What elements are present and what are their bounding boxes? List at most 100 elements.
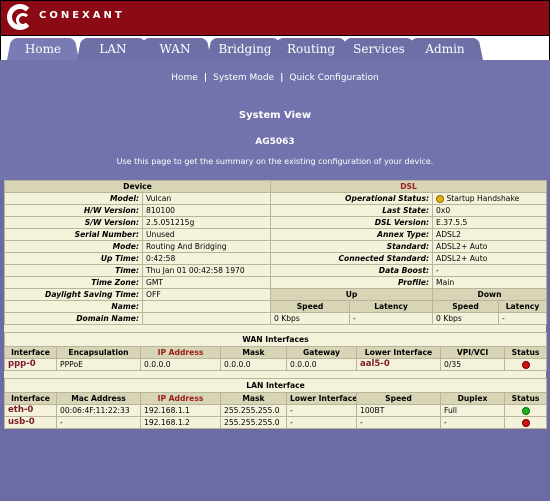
device-value	[141, 312, 272, 325]
dsl-header: DSL	[270, 180, 548, 193]
down-speed-value: 0 Kbps	[432, 312, 500, 325]
page-description: Use this page to get the summary on the …	[116, 157, 434, 166]
lan-mask: 255.255.255.0	[220, 404, 287, 417]
device-label: Time:	[4, 264, 143, 277]
wan-lower-interface-link[interactable]: aal5-0	[356, 358, 441, 371]
summary-panel: Device DSL Model: Vulcan Operational Sta…	[3, 180, 548, 429]
up-speed-header: Speed	[270, 300, 351, 313]
brand-logo-text: CONEXANT	[39, 10, 125, 21]
wan-col-header: Mask	[220, 346, 287, 359]
lan-interface-link[interactable]: usb-0	[4, 416, 57, 429]
dsl-down-header: Down	[432, 288, 548, 301]
lan-speed: -	[356, 416, 441, 429]
wan-col-header: IP Address	[140, 346, 221, 359]
wan-status	[503, 358, 548, 371]
tab-bar: Home LAN WAN Bridging Routing Services A…	[0, 36, 550, 60]
table-row: eth-0 00:06:4F:11:22:33 192.168.1.1 255.…	[4, 404, 548, 417]
nav-separator: |	[280, 73, 284, 83]
lan-col-header: Mac Address	[56, 392, 141, 405]
lan-interface-table: LAN Interface Interface Mac Address IP A…	[3, 378, 548, 429]
nav-link-system-mode[interactable]: System Mode	[210, 73, 277, 83]
device-label: Serial Number:	[4, 228, 143, 241]
dsl-value: ADSL2+ Auto	[432, 240, 548, 253]
lan-col-header: Speed	[356, 392, 441, 405]
device-label: Model:	[4, 192, 143, 205]
tab-wan[interactable]: WAN	[139, 38, 211, 60]
lan-lower-interface: -	[286, 404, 357, 417]
up-speed-value: 0 Kbps	[270, 312, 351, 325]
device-value: Vulcan	[141, 192, 272, 205]
device-value: 2.5.051215g	[141, 216, 272, 229]
page-title: System View	[238, 110, 312, 121]
up-latency-header: Latency	[349, 300, 434, 313]
conexant-logo-icon	[7, 4, 33, 30]
device-value: GMT	[141, 276, 272, 289]
device-label: Daylight Saving Time:	[4, 288, 143, 301]
device-label: Name:	[4, 300, 143, 313]
tab-services[interactable]: Services	[341, 38, 417, 60]
status-red-icon	[521, 419, 530, 427]
status-yellow-icon	[436, 195, 445, 203]
tab-bridging[interactable]: Bridging	[207, 38, 283, 60]
dsl-value: -	[432, 264, 548, 277]
device-value: Routing And Bridging	[141, 240, 272, 253]
wan-interfaces-table: WAN Interfaces Interface Encapsulation I…	[3, 332, 548, 371]
lan-speed: 100BT	[356, 404, 441, 417]
dsl-label: DSL Version:	[270, 216, 434, 229]
down-latency-value: -	[498, 312, 548, 325]
lan-col-header: Mask	[220, 392, 287, 405]
status-green-icon	[521, 407, 530, 415]
device-value: Unused	[141, 228, 272, 241]
nav-link-home[interactable]: Home	[168, 73, 201, 83]
device-value: OFF	[141, 288, 272, 301]
model-id: AG5063	[255, 137, 295, 147]
tab-home[interactable]: Home	[7, 38, 79, 60]
dsl-label: Profile:	[270, 276, 434, 289]
operational-status-cell: Startup Handshake	[432, 192, 548, 205]
wan-interface-link[interactable]: ppp-0	[4, 358, 57, 371]
wan-col-header: VPI/VCI	[440, 346, 505, 359]
sub-navigation: Home | System Mode | Quick Configuration Sys…	[0, 60, 550, 180]
dsl-label: Data Boost:	[270, 264, 434, 277]
lan-interface-link[interactable]: eth-0	[4, 404, 57, 417]
wan-col-header: Status	[503, 346, 548, 359]
table-row: ppp-0 PPPoE 0.0.0.0 0.0.0.0 0.0.0.0 aal5…	[4, 358, 548, 371]
dsl-label: Last State:	[270, 204, 434, 217]
lan-duplex: -	[440, 416, 505, 429]
device-label: Mode:	[4, 240, 143, 253]
device-label: Up Time:	[4, 252, 143, 265]
top-banner: CONEXANT	[0, 0, 550, 36]
wan-col-header: Gateway	[286, 346, 357, 359]
lan-duplex: Full	[440, 404, 505, 417]
dsl-value: Main	[432, 276, 548, 289]
device-value	[141, 300, 272, 313]
device-label: Time Zone:	[4, 276, 143, 289]
lan-mask: 255.255.255.0	[220, 416, 287, 429]
lan-status	[503, 416, 548, 429]
wan-col-header: Interface	[4, 346, 57, 359]
tab-admin[interactable]: Admin	[407, 38, 483, 60]
lan-section-title: LAN Interface	[3, 378, 548, 393]
dsl-label: Standard:	[270, 240, 434, 253]
lan-col-header: Duplex	[440, 392, 505, 405]
lan-lower-interface: -	[286, 416, 357, 429]
nav-link-quick-configuration[interactable]: Quick Configuration	[286, 73, 381, 83]
wan-col-header: Encapsulation	[56, 346, 141, 359]
device-value: 810100	[141, 204, 272, 217]
wan-gateway: 0.0.0.0	[286, 358, 357, 371]
tab-lan[interactable]: LAN	[77, 38, 149, 60]
down-speed-header: Speed	[432, 300, 500, 313]
wan-vpi-vci: 0/35	[440, 358, 505, 371]
lan-col-header: Interface	[4, 392, 57, 405]
dsl-label: Connected Standard:	[270, 252, 434, 265]
device-dsl-table: Device DSL Model: Vulcan Operational Sta…	[3, 180, 548, 325]
dsl-label: Annex Type:	[270, 228, 434, 241]
device-value: 0:42:58	[141, 252, 272, 265]
dsl-value: Startup Handshake	[446, 194, 520, 203]
lan-mac-address: -	[56, 416, 141, 429]
dsl-label: Operational Status:	[270, 192, 434, 205]
dsl-value: ADSL2	[432, 228, 548, 241]
lan-status	[503, 404, 548, 417]
tab-routing[interactable]: Routing	[273, 38, 349, 60]
table-row: usb-0 - 192.168.1.2 255.255.255.0 - - -	[4, 416, 548, 429]
